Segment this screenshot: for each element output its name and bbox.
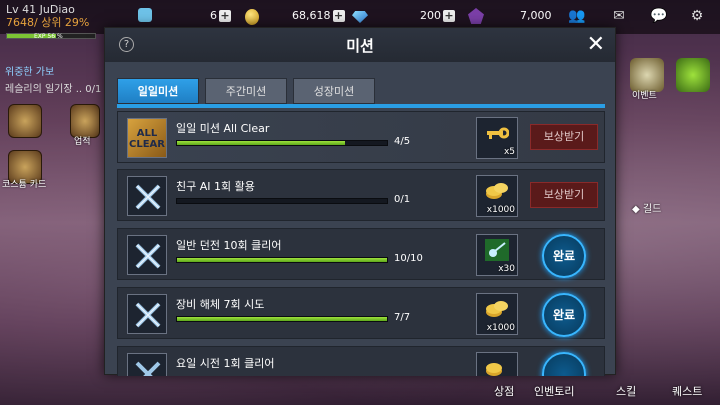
all-clear-text: ALL CLEAR — [128, 128, 166, 150]
mission-progress-bar — [176, 316, 388, 322]
gold-key-icon — [487, 127, 509, 139]
reward-slot[interactable] — [476, 352, 518, 376]
guild-label[interactable]: ◆ 길드 — [632, 200, 661, 215]
gold-coin-stack-icon — [486, 183, 508, 199]
player-level: Lv 41 JuDiao — [6, 3, 75, 16]
mission-icon — [127, 235, 167, 275]
reward-count: x30 — [498, 264, 515, 274]
player-info[interactable]: Lv 41 JuDiao 7648/ 상위 29% — [6, 3, 89, 29]
side-menu-icon[interactable] — [8, 104, 42, 138]
mission-progress-count: 0/1 — [394, 194, 411, 205]
reward-slot[interactable]: x1000 — [476, 175, 518, 217]
quest-subtitle[interactable]: 레슬리의 일기장 .. 0/1 — [5, 80, 101, 95]
mission-name: 요일 시전 1회 클리어 — [176, 357, 275, 370]
mission-list[interactable]: ALL CLEAR 일일 미션 All Clear 4/5 x5 보상받기 친구 … — [117, 110, 607, 376]
close-button[interactable]: ✕ — [587, 32, 605, 57]
purple-crystal-icon — [468, 8, 484, 24]
all-clear-icon: ALL CLEAR — [127, 118, 167, 158]
quest-title[interactable]: 위중한 가보 — [5, 63, 54, 78]
resource-1: 6 + — [210, 9, 231, 22]
menu-skill[interactable]: 스킬 — [616, 383, 636, 399]
mission-name: 일반 던전 10회 클리어 — [176, 239, 282, 252]
friends-icon[interactable]: 👥 — [568, 8, 586, 24]
costume-card-label: 코스튬 카드 — [2, 180, 47, 190]
exp-label: EXP 56 % — [34, 33, 63, 40]
crossed-swords-icon — [135, 361, 161, 376]
crossed-swords-icon — [135, 302, 161, 328]
reward-slot[interactable]: x5 — [476, 117, 518, 159]
gold-coin-stack-icon — [486, 301, 508, 317]
claim-reward-button[interactable]: 보상받기 — [530, 124, 598, 150]
claim-reward-button[interactable]: 보상받기 — [530, 182, 598, 208]
mission-name: 장비 해체 7회 시도 — [176, 298, 265, 311]
resource-1-add-button[interactable]: + — [219, 10, 231, 22]
player-power: 7648/ 상위 29% — [6, 16, 90, 29]
dialog-header: ? 미션 ✕ — [105, 28, 615, 62]
green-key-icon — [485, 239, 509, 261]
tab-daily[interactable]: 일일미션 — [117, 78, 199, 104]
menu-inventory[interactable]: 인벤토리 — [534, 383, 574, 399]
mission-icon — [127, 294, 167, 334]
resource-3-value: 200 — [420, 9, 441, 22]
event-label: 이벤트 — [632, 91, 657, 101]
key-icon — [138, 8, 152, 22]
resource-4-value: 7,000 — [520, 9, 552, 22]
all-clear-text-line-2: CLEAR — [129, 139, 165, 150]
crossed-swords-icon — [135, 243, 161, 269]
achievement-label: 업적 — [74, 137, 91, 147]
mission-progress-count: 10/10 — [394, 253, 423, 264]
mission-row: 일반 던전 10회 클리어 10/10 x30 완료 — [117, 228, 605, 280]
tab-weekly[interactable]: 주간미션 — [205, 78, 287, 104]
mission-row: 장비 해체 7회 시도 7/7 x1000 완료 — [117, 287, 605, 339]
game-scene: Lv 41 JuDiao 7648/ 상위 29% 6 + 68,618 + 200… — [0, 0, 720, 405]
crossed-swords-icon — [135, 184, 161, 210]
mission-progress-fill — [177, 258, 387, 262]
resource-1-value: 6 — [210, 9, 217, 22]
mission-progress-fill — [177, 317, 387, 321]
mission-row: ALL CLEAR 일일 미션 All Clear 4/5 x5 보상받기 — [117, 111, 605, 163]
mission-row: 친구 AI 1회 활용 0/1 x1000 보상받기 — [117, 169, 605, 221]
mail-icon[interactable]: ✉ — [610, 8, 628, 24]
mission-name: 친구 AI 1회 활용 — [176, 180, 255, 193]
complete-button[interactable] — [542, 352, 586, 376]
mission-name: 일일 미션 All Clear — [176, 122, 270, 135]
all-clear-text-line-1: ALL — [136, 128, 158, 139]
tab-growth[interactable]: 성장미션 — [293, 78, 375, 104]
complete-button[interactable]: 완료 — [542, 234, 586, 278]
mission-progress-bar — [176, 198, 388, 204]
dialog-title: 미션 — [346, 37, 374, 55]
complete-button[interactable]: 완료 — [542, 293, 586, 337]
mission-progress-bar — [176, 140, 388, 146]
mission-progress-fill — [177, 141, 345, 145]
mission-icon — [127, 176, 167, 216]
tab-underline — [117, 104, 605, 108]
event-icon[interactable] — [630, 58, 664, 92]
gamepad-icon[interactable] — [676, 58, 710, 92]
mission-progress-count: 4/5 — [394, 136, 411, 147]
mission-progress-count: 7/7 — [394, 312, 411, 323]
menu-shop[interactable]: 상점 — [494, 383, 514, 399]
mission-dialog: ? 미션 ✕ 일일미션 주간미션 성장미션 ALL CLEAR 일일 미션 All… — [104, 27, 616, 376]
reward-count: x5 — [503, 147, 515, 157]
mission-row: 요일 시전 1회 클리어 — [117, 346, 605, 376]
resource-3-add-button[interactable]: + — [443, 10, 455, 22]
reward-count: x1000 — [486, 323, 515, 333]
resource-2-value: 68,618 — [292, 9, 331, 22]
gold-coin-stack-icon — [486, 363, 502, 376]
mission-progress-bar — [176, 257, 388, 263]
achievement-icon[interactable] — [70, 104, 100, 138]
reward-slot[interactable]: x30 — [476, 234, 518, 276]
resource-2-add-button[interactable]: + — [332, 10, 345, 22]
gold-coin-icon — [245, 9, 259, 25]
gem-icon — [352, 11, 368, 23]
gear-icon[interactable]: ⚙ — [688, 8, 706, 24]
resource-2: 68,618 + — [292, 9, 345, 22]
menu-quest[interactable]: 퀘스트 — [672, 383, 702, 399]
resource-3: 200 + — [420, 9, 455, 22]
reward-count: x1000 — [486, 205, 515, 215]
mission-icon — [127, 353, 167, 376]
chat-icon[interactable]: 💬 — [650, 8, 668, 24]
reward-slot[interactable]: x1000 — [476, 293, 518, 335]
